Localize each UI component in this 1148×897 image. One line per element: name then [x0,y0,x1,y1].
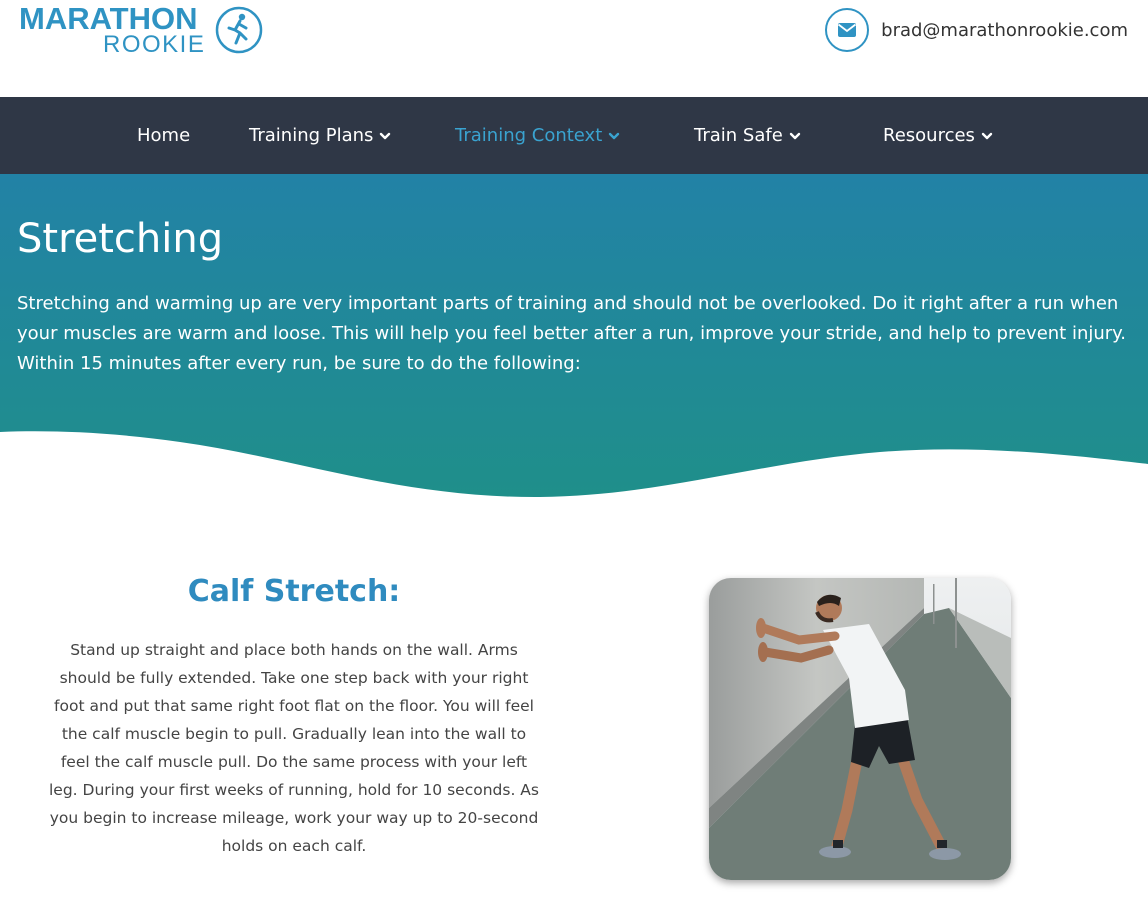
main-nav: Home Training Plans Training Context Tra… [0,97,1148,174]
nav-item-resources[interactable]: Resources [883,97,993,174]
nav-item-label: Training Context [455,125,603,146]
section-title-calf-stretch: Calf Stretch: [187,574,401,609]
envelope-icon [825,8,870,52]
calf-stretch-photo [709,578,1011,880]
chevron-down-icon [380,132,391,139]
section-body-calf-stretch: Stand up straight and place both hands o… [49,641,539,855]
nav-item-home[interactable]: Home [137,97,190,174]
nav-item-label: Training Plans [249,125,374,146]
chevron-down-icon [609,132,620,139]
nav-item-training-context[interactable]: Training Context [455,97,620,174]
nav-item-train-safe[interactable]: Train Safe [694,97,801,174]
site-header: MARATHON ROOKIE brad@marathonrookie.com [0,0,1148,97]
nav-item-training-plans[interactable]: Training Plans [249,97,391,174]
contact-email-link[interactable]: brad@marathonrookie.com [825,8,1128,52]
nav-item-label: Resources [883,125,975,146]
chevron-down-icon [789,132,800,139]
logo-text-rookie: ROOKIE [103,31,206,58]
runner-emblem-icon [215,6,263,54]
site-logo[interactable]: MARATHON ROOKIE [19,1,265,58]
logo-text-marathon: MARATHON [19,1,198,36]
chevron-down-icon [981,132,993,139]
page-title: Stretching [17,216,224,262]
hero-banner: Stretching Stretching and warming up are… [0,174,1148,504]
nav-item-label: Home [137,125,191,146]
contact-email[interactable]: brad@marathonrookie.com [881,20,1128,41]
hero-intro-text: Stretching and warming up are very impor… [17,293,1126,374]
nav-item-label: Train Safe [694,125,783,146]
